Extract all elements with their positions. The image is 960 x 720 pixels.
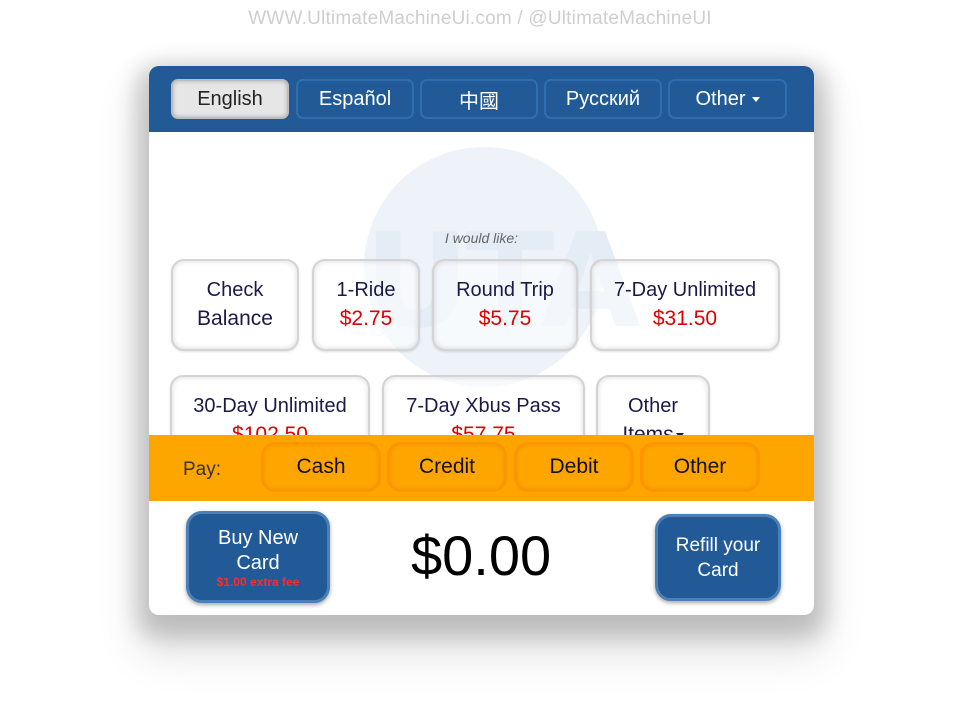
item-price: $31.50: [652, 307, 718, 330]
item-price: $2.75: [339, 307, 393, 330]
pay-option-label: Credit: [418, 455, 476, 478]
pay-cash-button[interactable]: Cash: [261, 442, 381, 492]
seven-day-unlimited-button[interactable]: 7-Day Unlimited $31.50: [590, 259, 780, 351]
total-amount: $0.00: [411, 524, 552, 587]
item-price: $5.75: [478, 307, 532, 330]
checkout-area: Buy New Card $1.00 extra fee $0.00 Refil…: [149, 501, 814, 615]
item-label: 7-Day Unlimited: [613, 279, 757, 301]
refill-card-label-line2: Card: [697, 559, 739, 581]
buy-card-label-line2: Card: [236, 552, 280, 574]
item-label: Other: [627, 395, 679, 417]
payment-bar: Pay: Cash Credit Debit Other: [149, 435, 814, 501]
pay-debit-button[interactable]: Debit: [514, 442, 634, 492]
item-label: 7-Day Xbus Pass: [406, 395, 561, 417]
buy-new-card-button[interactable]: Buy New Card $1.00 extra fee: [186, 511, 330, 603]
item-label: 30-Day Unlimited: [193, 395, 347, 417]
lang-english-button[interactable]: English: [171, 79, 289, 119]
lang-russian-label: Русский: [565, 87, 641, 110]
round-trip-button[interactable]: Round Trip $5.75: [432, 259, 578, 351]
lang-espanol-button[interactable]: Español: [296, 79, 414, 119]
lang-espanol-label: Español: [318, 87, 392, 110]
refill-card-button[interactable]: Refill your Card: [655, 514, 781, 601]
pay-option-label: Other: [673, 455, 727, 478]
lang-russian-button[interactable]: Русский: [544, 79, 662, 119]
pay-label: Pay:: [183, 459, 222, 480]
selection-prompt: I would like:: [444, 230, 519, 246]
lang-chinese-button[interactable]: 中國: [420, 79, 538, 119]
fare-kiosk-panel: English Español 中國 Русский Other UTA I w…: [149, 66, 814, 615]
lang-chinese-label: 中國: [459, 90, 499, 113]
lang-other-dropdown[interactable]: Other: [668, 79, 787, 119]
one-ride-button[interactable]: 1-Ride $2.75: [312, 259, 420, 351]
lang-other-label: Other: [695, 87, 746, 110]
language-bar: English Español 中國 Русский Other: [149, 66, 814, 132]
refill-card-label: Refill your: [675, 534, 761, 556]
check-balance-button[interactable]: Check Balance: [171, 259, 299, 351]
pay-credit-button[interactable]: Credit: [387, 442, 507, 492]
pay-other-button[interactable]: Other: [640, 442, 760, 492]
lang-english-label: English: [197, 87, 263, 110]
item-label: Check: [206, 279, 264, 301]
item-label: 1-Ride: [336, 279, 396, 301]
chevron-down-icon: [751, 96, 760, 102]
pay-option-label: Cash: [296, 455, 346, 478]
item-label: Round Trip: [456, 279, 554, 301]
fare-selection-area: UTA I would like: Check Balance 1-Ride $…: [149, 132, 814, 467]
buy-card-label: Buy New: [217, 527, 299, 549]
buy-card-fee-note: $1.00 extra fee: [216, 575, 300, 589]
pay-option-label: Debit: [549, 455, 599, 478]
item-label-line2: Balance: [197, 307, 273, 330]
site-watermark: WWW.UltimateMachineUi.com / @UltimateMac…: [248, 8, 712, 29]
